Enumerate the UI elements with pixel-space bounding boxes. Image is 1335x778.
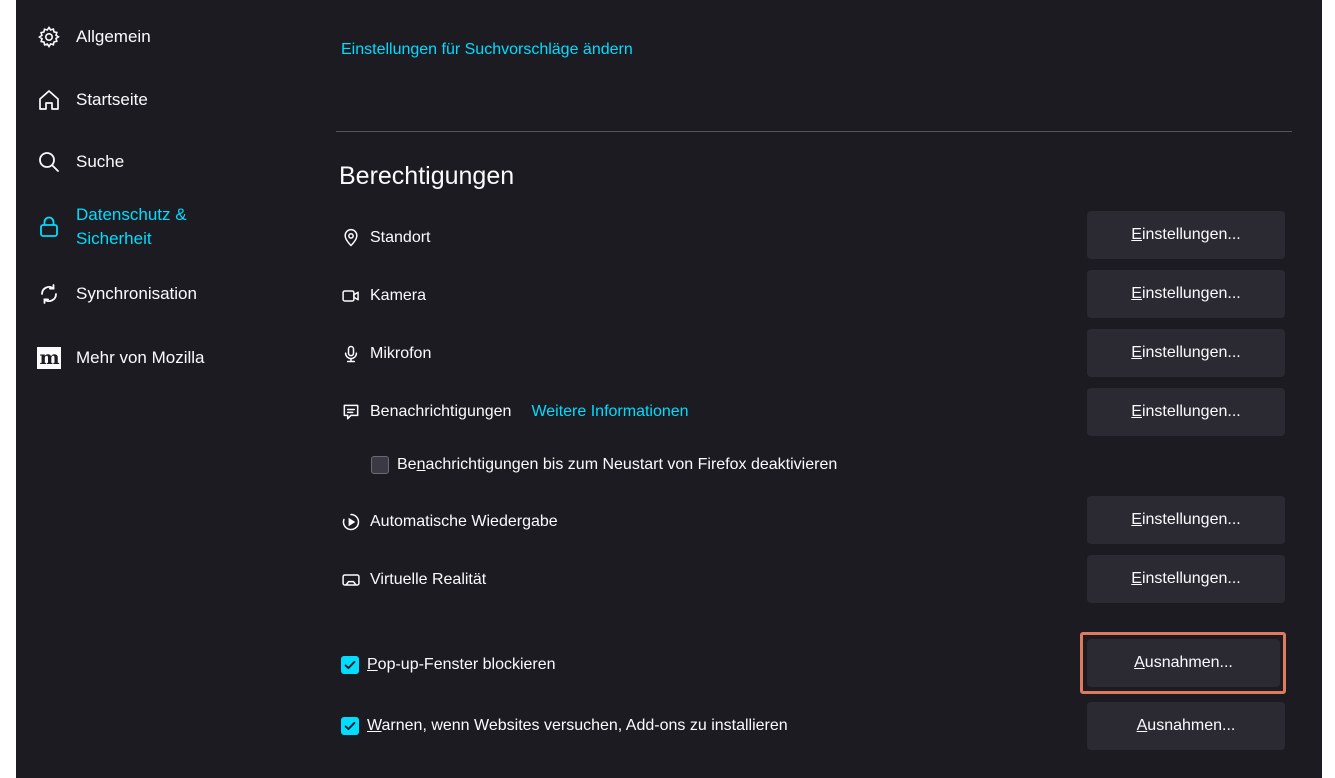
sidebar-item-label: Suche <box>76 152 125 171</box>
permission-location: Standort <box>340 227 430 249</box>
search-icon <box>36 149 62 175</box>
camera-icon <box>340 285 362 307</box>
permissions-heading: Berechtigungen <box>339 162 515 190</box>
block-popups-row[interactable]: Pop-up-Fenster blockieren <box>341 656 556 674</box>
sidebar-item-search[interactable]: Suche <box>36 149 124 175</box>
sidebar-item-sync[interactable]: Synchronisation <box>36 281 197 307</box>
warn-addons-label: Warnen, wenn Websites versuchen, Add-ons… <box>367 717 788 734</box>
checkmark-icon <box>344 721 356 731</box>
microphone-settings-button[interactable]: Einstellungen... <box>1087 329 1285 377</box>
sidebar-item-label: Allgemein <box>76 27 151 46</box>
permission-label: Standort <box>370 229 431 246</box>
sidebar-item-general[interactable]: Allgemein <box>36 24 151 50</box>
camera-settings-button[interactable]: Einstellungen... <box>1087 270 1285 318</box>
permission-label: Virtuelle Realität <box>370 571 487 588</box>
mozilla-icon: m <box>37 347 61 369</box>
permission-label: Kamera <box>370 287 427 304</box>
autoplay-icon <box>340 511 362 533</box>
checkmark-icon <box>344 660 356 670</box>
sidebar-item-label: Datenschutz & <box>76 205 187 224</box>
permission-camera: Kamera <box>340 285 426 307</box>
pause-notifications-label: Benachrichtigungen bis zum Neustart von … <box>397 456 838 473</box>
autoplay-settings-button[interactable]: Einstellungen... <box>1087 496 1285 544</box>
popup-exceptions-button[interactable]: Ausnahmen... <box>1087 639 1280 687</box>
permission-autoplay: Automatische Wiedergabe <box>340 511 558 533</box>
location-settings-button[interactable]: Einstellungen... <box>1087 211 1285 259</box>
section-divider <box>336 131 1292 132</box>
left-border <box>0 0 16 778</box>
sync-icon <box>36 281 62 307</box>
sidebar-item-home[interactable]: Startseite <box>36 87 148 113</box>
pause-notifications-checkbox[interactable] <box>371 456 389 474</box>
search-suggestions-link[interactable]: Einstellungen für Suchvorschläge ändern <box>341 41 633 59</box>
sidebar-item-label: Startseite <box>76 90 148 109</box>
sidebar-item-label: Mehr von Mozilla <box>76 348 205 367</box>
sidebar-item-more-from-mozilla[interactable]: m Mehr von Mozilla <box>36 345 205 371</box>
preferences-window: Allgemein Startseite Suche Datenschutz & <box>0 0 1335 778</box>
permission-label: Mikrofon <box>370 345 432 362</box>
vr-settings-button[interactable]: Einstellungen... <box>1087 555 1285 603</box>
block-popups-label: Pop-up-Fenster blockieren <box>367 656 556 673</box>
pause-notifications-row[interactable]: Benachrichtigungen bis zum Neustart von … <box>371 456 837 474</box>
permission-label: Benachrichtigungen <box>370 403 512 420</box>
warn-addons-checkbox[interactable] <box>341 717 359 735</box>
sidebar-item-label: Sicherheit <box>76 229 152 248</box>
sidebar-item-privacy[interactable]: Datenschutz & Sicherheit <box>36 203 187 251</box>
location-icon <box>340 227 362 249</box>
home-icon <box>36 87 62 113</box>
lock-icon <box>36 214 62 240</box>
gear-icon <box>36 24 62 50</box>
permission-notifications: Benachrichtigungen Weitere Informationen <box>340 401 689 423</box>
right-border <box>1322 0 1335 778</box>
notifications-learn-more-link[interactable]: Weitere Informationen <box>531 403 688 421</box>
sidebar-item-label: Synchronisation <box>76 284 197 303</box>
microphone-icon <box>340 343 362 365</box>
permission-label: Automatische Wiedergabe <box>370 513 558 530</box>
permission-microphone: Mikrofon <box>340 343 431 365</box>
permission-vr: Virtuelle Realität <box>340 569 486 591</box>
notifications-settings-button[interactable]: Einstellungen... <box>1087 388 1285 436</box>
warn-addons-row[interactable]: Warnen, wenn Websites versuchen, Add-ons… <box>341 717 788 735</box>
vr-icon <box>340 569 362 591</box>
addon-exceptions-button[interactable]: Ausnahmen... <box>1087 702 1285 750</box>
notification-icon <box>340 401 362 423</box>
block-popups-checkbox[interactable] <box>341 656 359 674</box>
